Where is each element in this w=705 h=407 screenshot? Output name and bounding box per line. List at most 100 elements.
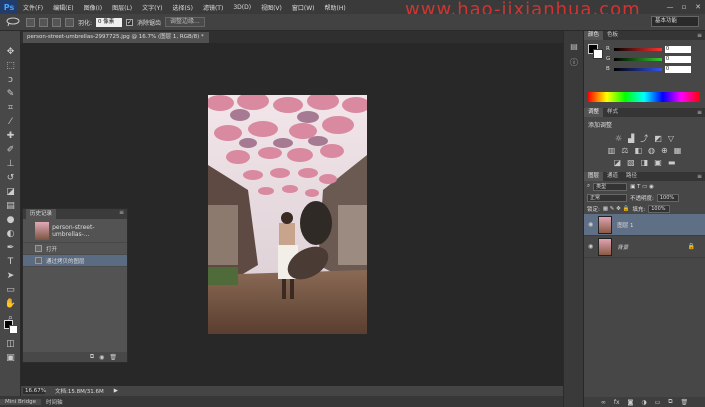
close-icon[interactable]: ✕ — [691, 0, 705, 14]
tab-styles[interactable]: 样式 — [603, 108, 622, 117]
link-icon[interactable]: ∞ — [601, 399, 606, 406]
feather-input[interactable]: 0 像素 — [96, 17, 123, 27]
curves-icon[interactable]: ⤴ — [640, 133, 648, 144]
tab-color[interactable]: 颜色 — [584, 31, 604, 40]
stamp-tool-icon[interactable]: ⊥ — [4, 157, 17, 170]
eraser-tool-icon[interactable]: ◪ — [4, 185, 17, 198]
photo-filter-icon[interactable]: ◍ — [648, 146, 655, 155]
tab-paths[interactable]: 路径 — [622, 172, 641, 181]
background-color-swatch[interactable] — [9, 325, 18, 334]
menu-select[interactable]: 选择(S) — [167, 3, 198, 12]
tab-timeline[interactable]: 时间轴 — [41, 398, 68, 406]
fill-input[interactable]: 100% — [648, 204, 671, 213]
add-selection-icon[interactable] — [39, 17, 48, 27]
crop-tool-icon[interactable]: ⌗ — [4, 101, 17, 114]
color-balance-icon[interactable]: ⚖ — [621, 146, 628, 155]
lasso-icon[interactable] — [6, 17, 22, 27]
move-tool-icon[interactable]: ✥ — [4, 45, 17, 58]
tab-mini-bridge[interactable]: Mini Bridge — [0, 398, 41, 405]
lasso-tool-icon[interactable]: ↄ — [4, 73, 17, 86]
tab-adjustments[interactable]: 调整 — [584, 108, 604, 117]
layer-kind-select[interactable]: 类型 — [593, 182, 628, 191]
green-value[interactable]: 0 — [665, 55, 691, 63]
black-white-icon[interactable]: ◧ — [634, 146, 642, 155]
path-select-tool-icon[interactable]: ➤ — [4, 269, 17, 282]
fx-icon[interactable]: fx — [614, 399, 620, 406]
color-lookup-icon[interactable]: ▦ — [674, 146, 682, 155]
invert-icon[interactable]: ◪ — [614, 158, 622, 167]
hue-saturation-icon[interactable]: ▥ — [608, 146, 616, 155]
blue-slider[interactable]: B 0 — [584, 64, 705, 74]
exposure-icon[interactable]: ◩ — [654, 134, 662, 143]
eye-icon[interactable]: ◉ — [588, 221, 593, 228]
zoom-level[interactable]: 16.67% — [23, 388, 46, 394]
marquee-tool-icon[interactable]: ⬚ — [4, 59, 17, 72]
document-canvas-image[interactable] — [208, 95, 367, 334]
folder-icon[interactable]: ▭ — [655, 399, 661, 406]
eyedropper-tool-icon[interactable]: ⁄ — [4, 115, 17, 128]
tab-layers[interactable]: 图层 — [584, 172, 604, 181]
dodge-tool-icon[interactable]: ◐ — [4, 227, 17, 240]
tab-channels[interactable]: 通道 — [603, 172, 622, 181]
minimize-icon[interactable]: — — [663, 0, 677, 14]
blend-mode-select[interactable]: 正常 — [587, 193, 627, 202]
vibrance-icon[interactable]: ▽ — [668, 134, 674, 143]
gradient-tool-icon[interactable]: ▤ — [4, 199, 17, 212]
intersect-selection-icon[interactable] — [65, 17, 74, 27]
layer-row[interactable]: ◉ 图层 1 — [584, 214, 705, 236]
blue-value[interactable]: 0 — [665, 65, 691, 73]
lock-icons[interactable]: ▦ ✎ ✥ 🔒 — [603, 206, 630, 212]
quick-select-tool-icon[interactable]: ✎ — [4, 87, 17, 100]
menu-edit[interactable]: 编辑(E) — [48, 3, 78, 12]
panel-menu-icon[interactable]: ≡ — [697, 32, 702, 39]
threshold-icon[interactable]: ◨ — [641, 158, 649, 167]
red-value[interactable]: 0 — [665, 45, 691, 53]
history-panel-title[interactable]: 历史记录 — [26, 209, 57, 219]
workspace-select[interactable]: 基本功能 — [651, 16, 699, 27]
background-color-swatch[interactable] — [593, 49, 603, 59]
new-layer-icon[interactable]: ⧉ — [668, 398, 672, 406]
levels-icon[interactable]: ▟ — [628, 134, 634, 143]
maximize-icon[interactable]: ▫ — [677, 0, 691, 14]
channel-mixer-icon[interactable]: ⊕ — [661, 146, 668, 155]
blur-tool-icon[interactable]: ● — [4, 213, 17, 226]
layer-row[interactable]: ◉ 背景 🔒 — [584, 236, 705, 258]
tab-swatches[interactable]: 色板 — [603, 31, 622, 40]
opacity-input[interactable]: 100% — [656, 193, 679, 202]
gradient-map-icon[interactable]: ▬ — [668, 158, 676, 167]
menu-window[interactable]: 窗口(W) — [287, 3, 320, 12]
menu-type[interactable]: 文字(Y) — [137, 3, 167, 12]
screen-mode-icon[interactable]: ▣ — [4, 351, 17, 364]
trash-icon[interactable]: 🗑 — [681, 399, 689, 406]
menu-view[interactable]: 视图(V) — [256, 3, 287, 12]
refine-edge-button[interactable]: 调整边缘... — [165, 17, 205, 27]
menu-file[interactable]: 文件(F) — [18, 3, 48, 12]
menu-layer[interactable]: 图层(L) — [107, 3, 137, 12]
status-menu-arrow[interactable]: ▶ — [114, 388, 118, 394]
panel-menu-icon[interactable]: ≡ — [697, 109, 702, 116]
history-brush-tool-icon[interactable]: ↺ — [4, 171, 17, 184]
hand-tool-icon[interactable]: ✋ — [4, 297, 17, 310]
history-state[interactable]: 打开 — [23, 243, 127, 255]
properties-panel-icon[interactable]: ⓘ — [568, 57, 580, 69]
healing-tool-icon[interactable]: ✚ — [4, 129, 17, 142]
panel-menu-icon[interactable]: ≡ — [697, 173, 702, 180]
filter-icons[interactable]: ▣ T ▭ ◉ — [630, 184, 654, 190]
pen-tool-icon[interactable]: ✒ — [4, 241, 17, 254]
history-snapshot[interactable]: person-street-umbrellas-... — [23, 219, 127, 243]
subtract-selection-icon[interactable] — [52, 17, 61, 27]
history-state[interactable]: 通过拷贝的图层 — [23, 255, 127, 267]
brush-tool-icon[interactable]: ✐ — [4, 143, 17, 156]
trash-icon[interactable]: 🗑 — [109, 354, 117, 361]
eye-icon[interactable]: ◉ — [588, 243, 593, 250]
quick-mask-icon[interactable]: ◫ — [4, 337, 17, 350]
type-tool-icon[interactable]: T — [4, 255, 17, 268]
color-spectrum-ramp[interactable] — [588, 92, 700, 102]
brightness-icon[interactable]: ☼ — [615, 134, 622, 143]
posterize-icon[interactable]: ▧ — [627, 158, 635, 167]
new-selection-icon[interactable] — [26, 17, 35, 27]
panel-menu-icon[interactable]: ≡ — [119, 209, 124, 216]
shape-tool-icon[interactable]: ▭ — [4, 283, 17, 296]
menu-filter[interactable]: 滤镜(T) — [198, 3, 228, 12]
adjustment-layer-icon[interactable]: ◑ — [641, 399, 646, 406]
